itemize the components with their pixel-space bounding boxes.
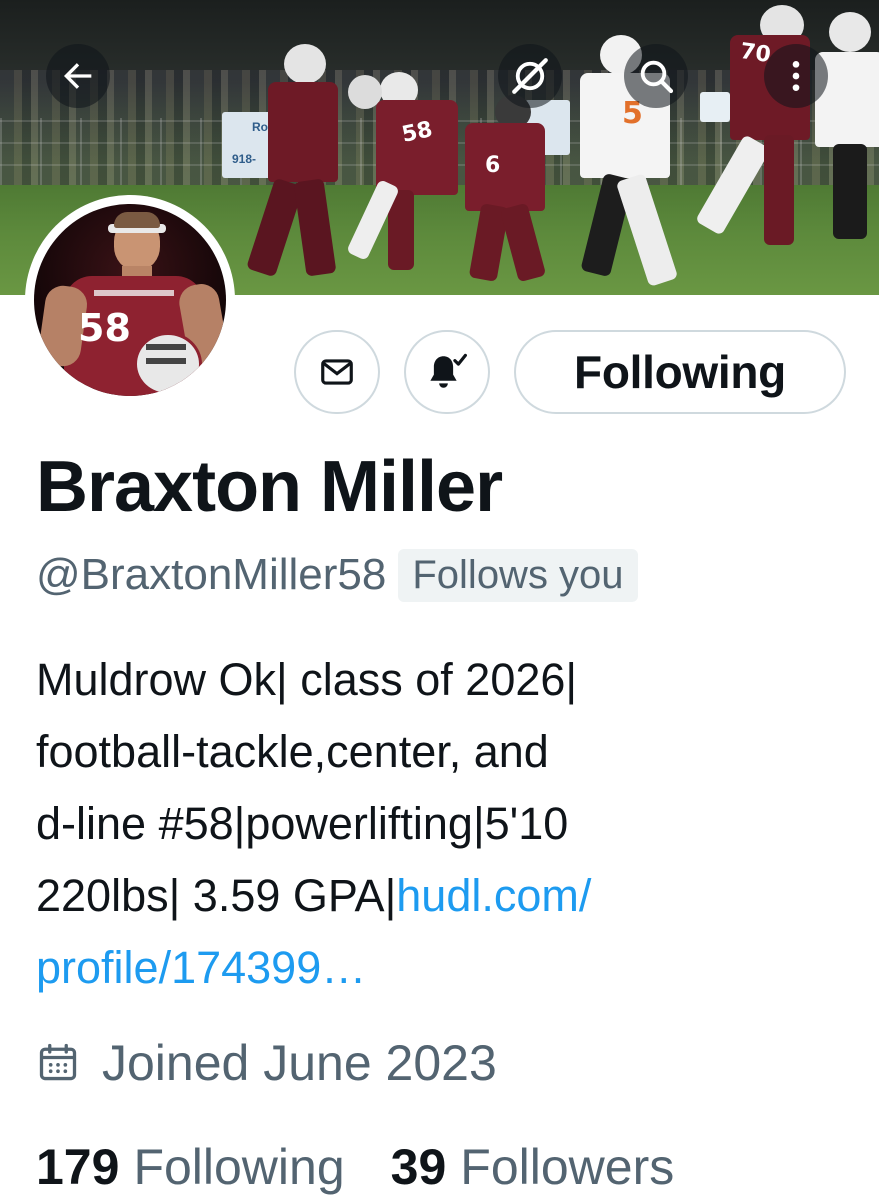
search-icon	[640, 60, 674, 94]
followers-count: 39	[390, 1139, 447, 1195]
bio: Muldrow Ok| class of 2026| football-tack…	[36, 644, 856, 1004]
search-button[interactable]	[624, 44, 688, 108]
notifications-button[interactable]	[404, 330, 490, 414]
follow-stats: 179 Following 39 Followers	[36, 1134, 674, 1200]
follows-you-badge: Follows you	[398, 548, 638, 602]
joined-date: Joined June 2023	[36, 1030, 497, 1096]
back-button[interactable]	[46, 44, 110, 108]
username-handle: @BraxtonMiller58	[36, 550, 387, 599]
message-button[interactable]	[294, 330, 380, 414]
followers-stat[interactable]: 39 Followers	[391, 1138, 675, 1196]
bio-line-with-link: 220lbs| 3.59 GPA|hudl.com/	[36, 860, 856, 932]
bio-link[interactable]: hudl.com/	[396, 870, 591, 921]
avatar-jersey-number: 58	[78, 306, 131, 350]
avatar[interactable]: 58	[25, 195, 235, 405]
banner-player: 6	[445, 95, 555, 285]
avatar-photo: 58	[34, 204, 226, 396]
grok-button[interactable]	[498, 44, 562, 108]
following-stat[interactable]: 179 Following	[36, 1138, 345, 1196]
joined-text: Joined June 2023	[102, 1035, 497, 1091]
following-button[interactable]: Following	[514, 330, 846, 414]
jersey-number: 6	[485, 153, 501, 178]
following-count: 179	[36, 1139, 120, 1195]
more-vertical-icon	[792, 61, 800, 91]
calendar-icon	[39, 1043, 77, 1081]
following-label: Following	[133, 1139, 345, 1195]
display-name: Braxton Miller	[36, 447, 503, 527]
more-options-button[interactable]	[764, 44, 828, 108]
banner-player: 70	[695, 5, 820, 255]
bio-line: football-tackle,center, and	[36, 726, 549, 777]
following-button-label: Following	[574, 346, 786, 398]
followers-label: Followers	[460, 1139, 675, 1195]
arrow-left-icon	[64, 63, 92, 89]
banner-player	[230, 40, 350, 285]
grok-icon	[512, 58, 548, 94]
handle-row: @BraxtonMiller58 Follows you	[36, 545, 638, 605]
bio-link-continued[interactable]: profile/174399…	[36, 932, 856, 1004]
banner-player	[815, 12, 879, 242]
envelope-icon	[321, 359, 353, 385]
bio-line: Muldrow Ok| class of 2026|	[36, 654, 578, 705]
bell-check-icon	[430, 353, 467, 388]
bio-line: d-line #58|powerlifting|5'10	[36, 798, 569, 849]
bio-line-text: 220lbs| 3.59 GPA|	[36, 870, 397, 921]
